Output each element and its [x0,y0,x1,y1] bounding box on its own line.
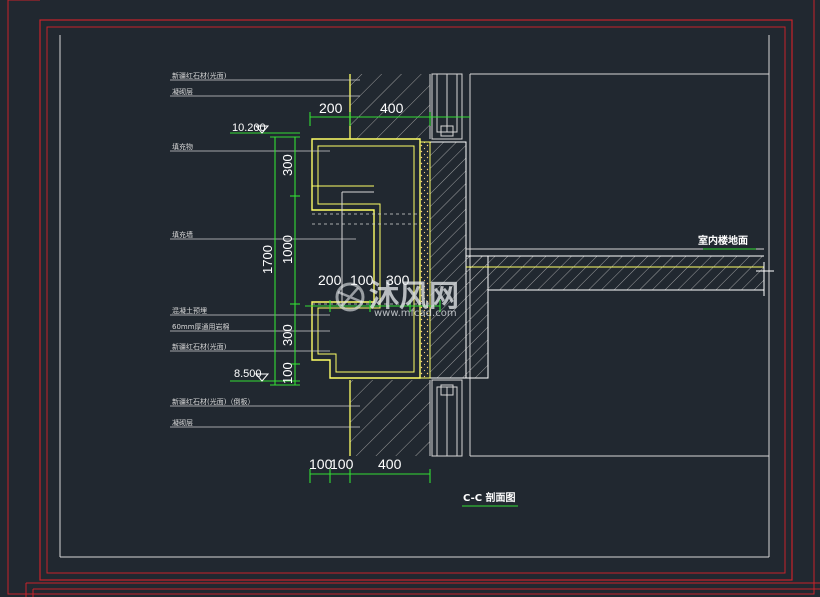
watermark: 沐风网 www.mfcad.com [335,279,459,319]
stone-profile [311,138,421,379]
dim-vert-3: 300 [280,324,295,346]
note-2: 凝砌层 [172,87,193,96]
note-9: 凝砌层 [172,418,193,427]
elevation-top: 10.200 [232,122,266,134]
floor-slab [466,248,774,296]
dim-bot-3: 400 [378,456,402,472]
note-6: 60mm厚通用岩棉 [172,322,230,331]
dim-vert-2: 1000 [280,235,295,264]
note-4: 填充墙 [172,230,193,239]
dim-vert-1: 300 [280,154,295,176]
insulation-layer [419,141,431,379]
note-5: 混凝土预埋 [172,306,207,315]
dim-mid-1: 200 [318,272,342,288]
section-drawing: 200 400 300 1000 300 100 1700 200 100 30… [7,0,820,597]
wall-lower [349,380,431,456]
elevation-bottom: 8.500 [234,368,262,380]
note-1: 新疆红石材(光面) [172,71,227,80]
room-label: 室内楼地面 [698,234,748,247]
dim-top-2: 400 [380,100,404,116]
dim-top-1: 200 [319,100,343,116]
dim-total: 1700 [260,245,275,274]
note-8: 新疆红石材(光面)（倒板） [172,397,254,406]
note-3: 填充物 [172,142,193,151]
dim-bot-2: 100 [330,456,354,472]
dim-vert-4: 100 [280,362,295,384]
section-title: C-C 剖面图 [463,491,516,504]
watermark-url: www.mfcad.com [374,308,457,319]
note-7: 新疆红石材(光面) [172,342,227,351]
